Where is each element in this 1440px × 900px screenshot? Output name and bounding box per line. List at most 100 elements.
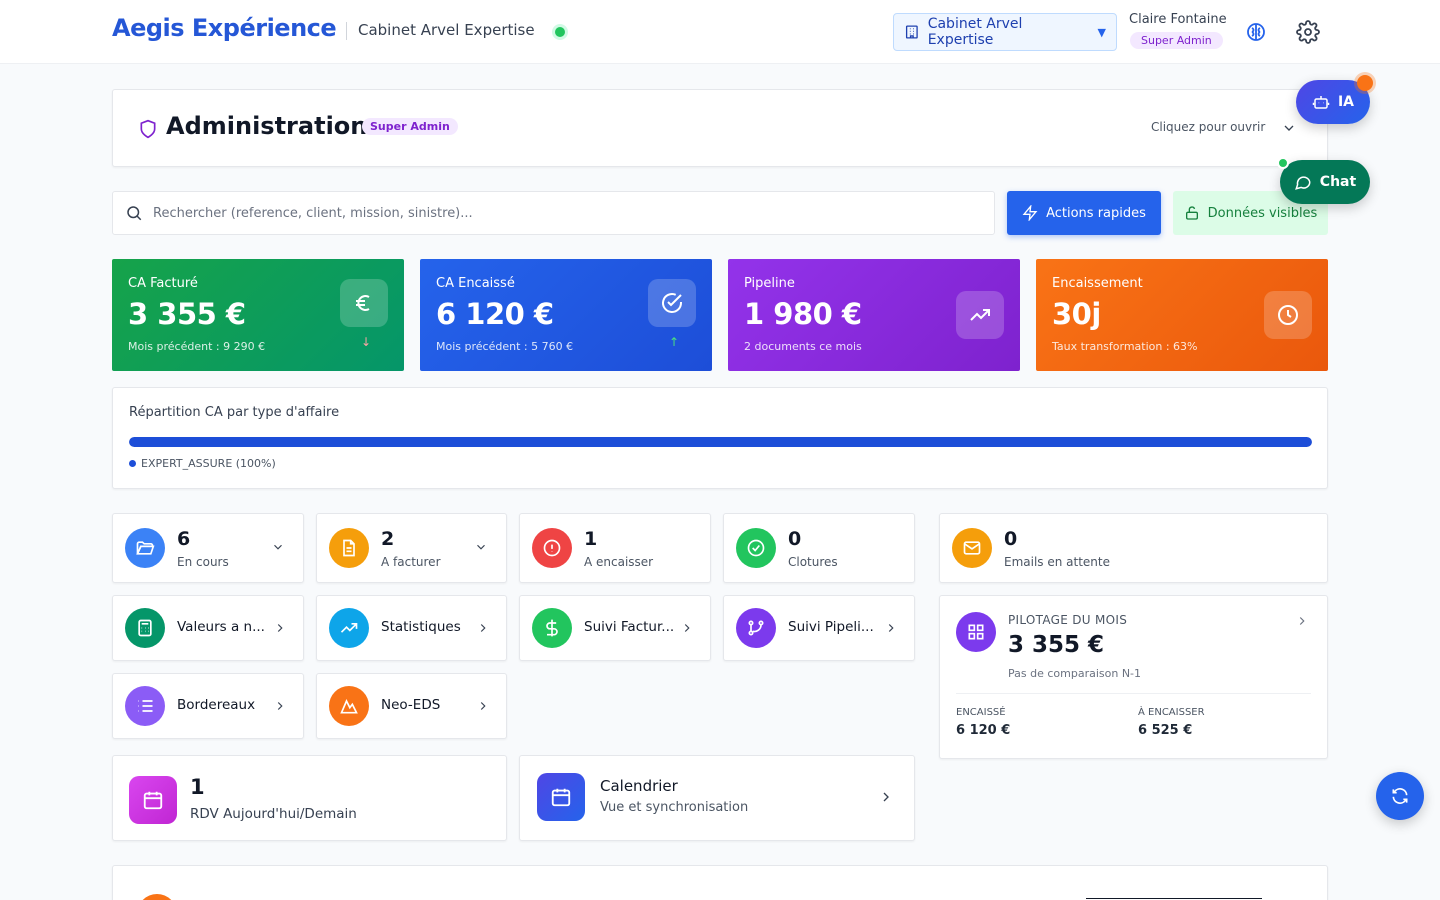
header-divider — [346, 22, 347, 40]
kpi-sub: Mois précédent : 5 760 € — [436, 340, 574, 353]
chat-label: Chat — [1319, 174, 1357, 190]
stat-emails-attente[interactable]: 0 Emails en attente — [939, 513, 1328, 583]
nav-label: Suivi Pipeli... — [788, 619, 874, 635]
steering-divider — [956, 693, 1311, 694]
chat-button[interactable]: Chat — [1280, 160, 1370, 204]
status-online-dot — [555, 27, 565, 37]
kpi-encaissement[interactable]: Encaissement 30j Taux transformation : 6… — [1036, 259, 1328, 371]
kpi-ca-facture[interactable]: CA Facturé 3 355 € Mois précédent : 9 29… — [112, 259, 404, 371]
document-icon — [329, 528, 369, 568]
nav-label: Bordereaux — [177, 697, 256, 713]
kpi-label: CA Facturé — [128, 276, 198, 291]
kpi-value: 3 355 € — [128, 297, 246, 331]
encaisse-value: 6 120 € — [956, 723, 1011, 738]
lightning-icon — [1022, 205, 1038, 221]
visible-data-label: Données visibles — [1207, 205, 1318, 221]
search-input[interactable] — [153, 205, 982, 221]
quick-actions-label: Actions rapides — [1046, 205, 1146, 221]
brain-icon[interactable] — [1244, 20, 1268, 44]
gear-icon[interactable] — [1296, 20, 1320, 44]
legend-label: EXPERT_ASSURE (100%) — [141, 457, 276, 470]
refresh-button[interactable] — [1376, 772, 1424, 820]
calendar-title: Calendrier — [600, 777, 678, 795]
nav-label: Neo-EDS — [381, 697, 441, 713]
distribution-title: Répartition CA par type d'affaire — [129, 405, 340, 420]
search-bar — [112, 191, 995, 235]
search-icon — [127, 206, 142, 221]
kpi-ca-encaisse[interactable]: CA Encaissé 6 120 € Mois précédent : 5 7… — [420, 259, 712, 371]
check-circle-icon — [648, 279, 696, 327]
cabinet-selector[interactable]: Cabinet Arvel Expertise ▼ — [893, 13, 1117, 51]
chevron-right-icon — [883, 792, 889, 802]
admin-role-badge: Super Admin — [362, 118, 458, 135]
trend-up-icon: ↑ — [668, 335, 679, 349]
chat-bubble-icon — [1294, 176, 1311, 190]
monthly-steering-card[interactable]: PILOTAGE DU MOIS 3 355 € Pas de comparai… — [939, 595, 1328, 759]
stat-count: 0 — [1004, 528, 1018, 550]
list-icon — [125, 686, 165, 726]
trend-down-icon: ↓ — [360, 335, 371, 349]
kpi-label: Encaissement — [1052, 276, 1143, 291]
chat-online-dot — [1277, 157, 1289, 169]
stat-count: 6 — [177, 528, 191, 550]
distribution-bar — [129, 437, 1312, 447]
quick-actions-button[interactable]: Actions rapides — [1007, 191, 1161, 235]
user-name[interactable]: Claire Fontaine — [1129, 12, 1227, 27]
top-header: Aegis Expérience Cabinet Arvel Expertise… — [0, 0, 1440, 64]
alert-circle-icon — [532, 528, 572, 568]
chevron-down-icon: ▼ — [1097, 25, 1106, 39]
calendar-card[interactable]: Calendrier Vue et synchronisation — [519, 755, 915, 841]
stat-label: A facturer — [381, 555, 441, 569]
brand-logo[interactable]: Aegis Expérience — [112, 14, 337, 42]
stat-label: Emails en attente — [1004, 555, 1111, 569]
legend-dot — [129, 460, 136, 467]
nav-label: Valeurs a n... — [177, 619, 265, 635]
unlock-icon — [1185, 206, 1198, 220]
nav-label: Suivi Factur... — [584, 619, 675, 635]
grid-icon — [956, 612, 996, 652]
appointments-card[interactable]: 1 RDV Aujourd'hui/Demain — [112, 755, 507, 841]
bottom-section-card — [112, 865, 1328, 900]
ai-label: IA — [1337, 94, 1355, 110]
calendar-icon — [537, 773, 585, 821]
git-branch-icon — [736, 608, 776, 648]
nav-bordereaux[interactable]: Bordereaux — [112, 673, 304, 739]
calculator-icon — [125, 608, 165, 648]
nav-statistiques[interactable]: Statistiques — [316, 595, 507, 661]
chevron-right-icon — [480, 624, 486, 632]
kpi-label: CA Encaissé — [436, 276, 515, 291]
mountain-icon — [329, 686, 369, 726]
stat-a-encaisser[interactable]: 1 A encaisser — [519, 513, 711, 583]
nav-valeurs[interactable]: Valeurs a n... — [112, 595, 304, 661]
stat-a-facturer[interactable]: 2 A facturer — [316, 513, 507, 583]
steering-value: 3 355 € — [1008, 632, 1105, 658]
calendar-sub: Vue et synchronisation — [600, 800, 749, 815]
kpi-sub: 2 documents ce mois — [744, 340, 862, 353]
nav-suivi-facturation[interactable]: Suivi Factur... — [519, 595, 711, 661]
nav-suivi-pipeline[interactable]: Suivi Pipeli... — [723, 595, 915, 661]
building-icon — [905, 25, 918, 39]
cabinet-selector-label: Cabinet Arvel Expertise — [927, 16, 1023, 48]
administration-panel[interactable]: Administration Super Admin Cliquez pour … — [112, 89, 1328, 167]
shield-icon — [140, 119, 156, 139]
nav-neo-eds[interactable]: Neo-EDS — [316, 673, 507, 739]
stat-en-cours[interactable]: 6 En cours — [112, 513, 304, 583]
chevron-down-icon — [477, 544, 485, 550]
admin-title: Administration — [166, 112, 368, 140]
appointments-label: RDV Aujourd'hui/Demain — [190, 806, 357, 822]
dollar-icon — [532, 608, 572, 648]
chevron-down-icon[interactable] — [1281, 120, 1297, 136]
kpi-pipeline[interactable]: Pipeline 1 980 € 2 documents ce mois — [728, 259, 1020, 371]
kpi-sub: Mois précédent : 9 290 € — [128, 340, 266, 353]
user-role-badge: Super Admin — [1130, 32, 1223, 49]
refresh-icon — [1392, 788, 1408, 804]
stat-clotures[interactable]: 0 Clotures — [723, 513, 915, 583]
trending-up-icon — [956, 291, 1004, 339]
mail-icon — [952, 528, 992, 568]
admin-open-hint: Cliquez pour ouvrir — [1151, 120, 1266, 134]
kpi-label: Pipeline — [744, 276, 795, 291]
chevron-right-icon — [277, 624, 283, 632]
chevron-down-icon — [274, 544, 282, 550]
kpi-value: 1 980 € — [744, 297, 862, 331]
steering-sub: Pas de comparaison N-1 — [1008, 667, 1142, 680]
